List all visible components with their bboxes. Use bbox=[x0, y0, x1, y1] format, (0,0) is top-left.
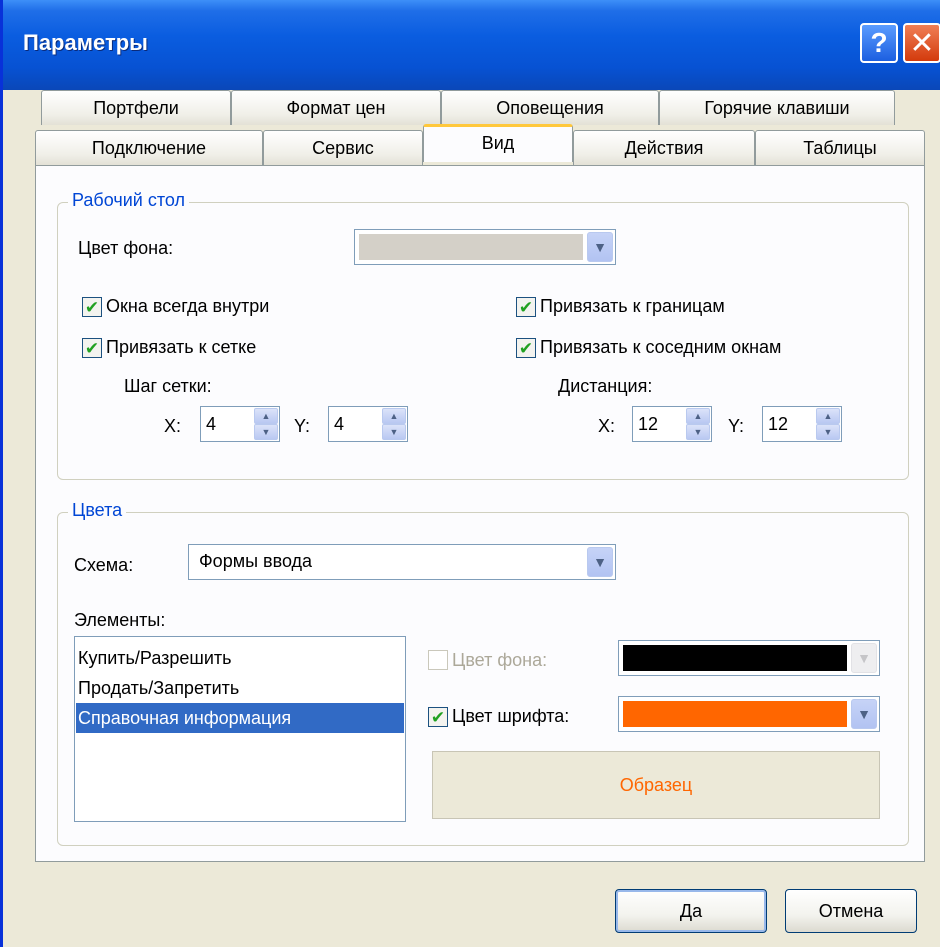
arrow-up-icon[interactable]: ▲ bbox=[254, 408, 278, 424]
arrow-up-icon[interactable]: ▲ bbox=[686, 408, 710, 424]
font-color-swatch bbox=[623, 701, 847, 727]
snap-borders-label: Привязать к границам bbox=[540, 296, 725, 316]
elements-label: Элементы: bbox=[74, 610, 166, 630]
grid-y-value: 4 bbox=[334, 414, 345, 434]
distance-label: Дистанция: bbox=[558, 376, 653, 396]
bg-color-swatch bbox=[359, 234, 583, 260]
chevron-down-icon[interactable]: ▼ bbox=[587, 232, 613, 262]
list-item[interactable]: Продать/Запретить bbox=[76, 673, 404, 703]
sample-preview: Образец bbox=[432, 751, 880, 819]
snap-borders-checkbox[interactable]: ✔ bbox=[516, 297, 536, 317]
close-button[interactable]: ✕ bbox=[903, 23, 940, 63]
arrow-down-icon[interactable]: ▼ bbox=[686, 424, 710, 440]
arrow-down-icon[interactable]: ▼ bbox=[254, 424, 278, 440]
chevron-down-icon[interactable]: ▼ bbox=[851, 643, 877, 673]
arrow-up-icon[interactable]: ▲ bbox=[382, 408, 406, 424]
dist-x-label: X: bbox=[598, 416, 616, 436]
arrow-down-icon[interactable]: ▼ bbox=[816, 424, 840, 440]
tab-hotkeys[interactable]: Горячие клавиши bbox=[659, 90, 895, 125]
scheme-value: Формы ввода bbox=[199, 551, 313, 571]
arrow-down-icon[interactable]: ▼ bbox=[382, 424, 406, 440]
title-bar: Параметры ? ✕ bbox=[3, 0, 940, 90]
grid-x-value: 4 bbox=[206, 414, 217, 434]
always-inside-checkbox[interactable]: ✔ bbox=[82, 297, 102, 317]
elements-listbox[interactable]: Купить/Разрешить Продать/Запретить Справ… bbox=[74, 636, 406, 822]
chevron-down-icon[interactable]: ▼ bbox=[587, 547, 613, 577]
list-item-selected[interactable]: Справочная информация bbox=[76, 703, 404, 733]
dist-y-value: 12 bbox=[768, 414, 789, 434]
grid-x-spinner[interactable]: 4 ▲ ▼ bbox=[200, 406, 280, 442]
element-bg-swatch bbox=[623, 645, 847, 671]
snap-windows-checkbox[interactable]: ✔ bbox=[516, 338, 536, 358]
desktop-group-title: Рабочий стол bbox=[68, 190, 189, 211]
view-tab-panel: Рабочий стол Цвет фона: ▼ ✔ Окна всегда … bbox=[35, 165, 925, 862]
tab-view[interactable]: Вид bbox=[423, 124, 573, 162]
tab-tables[interactable]: Таблицы bbox=[755, 130, 925, 165]
scheme-label: Схема: bbox=[74, 555, 134, 575]
dist-x-value: 12 bbox=[638, 414, 659, 434]
tab-connection[interactable]: Подключение bbox=[35, 130, 263, 165]
close-icon: ✕ bbox=[909, 26, 935, 60]
colors-group-title: Цвета bbox=[68, 500, 127, 521]
bg-color-label: Цвет фона: bbox=[78, 238, 174, 258]
help-button[interactable]: ? bbox=[860, 23, 898, 63]
snap-grid-label: Привязать к сетке bbox=[106, 337, 257, 357]
dist-x-spinner[interactable]: 12 ▲ ▼ bbox=[632, 406, 712, 442]
tab-alerts[interactable]: Оповещения bbox=[441, 90, 659, 125]
grid-x-label: X: bbox=[164, 416, 182, 436]
grid-y-label: Y: bbox=[294, 416, 311, 436]
font-color-checkbox[interactable]: ✔ bbox=[428, 707, 448, 727]
cancel-button[interactable]: Отмена bbox=[785, 889, 917, 933]
window-title: Параметры bbox=[23, 30, 148, 55]
element-bg-color-label: Цвет фона: bbox=[452, 650, 548, 670]
element-bg-color-select[interactable]: ▼ bbox=[618, 640, 880, 676]
help-icon: ? bbox=[870, 27, 888, 58]
tab-actions[interactable]: Действия bbox=[573, 130, 755, 165]
snap-grid-checkbox[interactable]: ✔ bbox=[82, 338, 102, 358]
arrow-up-icon[interactable]: ▲ bbox=[816, 408, 840, 424]
dist-y-label: Y: bbox=[728, 416, 745, 436]
font-color-select[interactable]: ▼ bbox=[618, 696, 880, 732]
tab-portfolios[interactable]: Портфели bbox=[41, 90, 231, 125]
tab-service[interactable]: Сервис bbox=[263, 130, 423, 165]
dist-y-spinner[interactable]: 12 ▲ ▼ bbox=[762, 406, 842, 442]
always-inside-label: Окна всегда внутри bbox=[106, 296, 270, 316]
sample-label: Образец bbox=[619, 774, 693, 795]
grid-step-label: Шаг сетки: bbox=[124, 376, 212, 396]
bg-color-checkbox[interactable] bbox=[428, 650, 448, 670]
font-color-label: Цвет шрифта: bbox=[452, 706, 570, 726]
options-dialog: Параметры ? ✕ Портфели Формат цен Оповещ… bbox=[0, 0, 940, 947]
tab-price-format[interactable]: Формат цен bbox=[231, 90, 441, 125]
snap-windows-label: Привязать к соседним окнам bbox=[540, 337, 782, 357]
ok-button[interactable]: Да bbox=[615, 889, 767, 933]
chevron-down-icon[interactable]: ▼ bbox=[851, 699, 877, 729]
grid-y-spinner[interactable]: 4 ▲ ▼ bbox=[328, 406, 408, 442]
desktop-bg-color-select[interactable]: ▼ bbox=[354, 229, 616, 265]
list-item[interactable]: Купить/Разрешить bbox=[76, 643, 404, 673]
scheme-select[interactable]: Формы ввода ▼ bbox=[188, 544, 616, 580]
